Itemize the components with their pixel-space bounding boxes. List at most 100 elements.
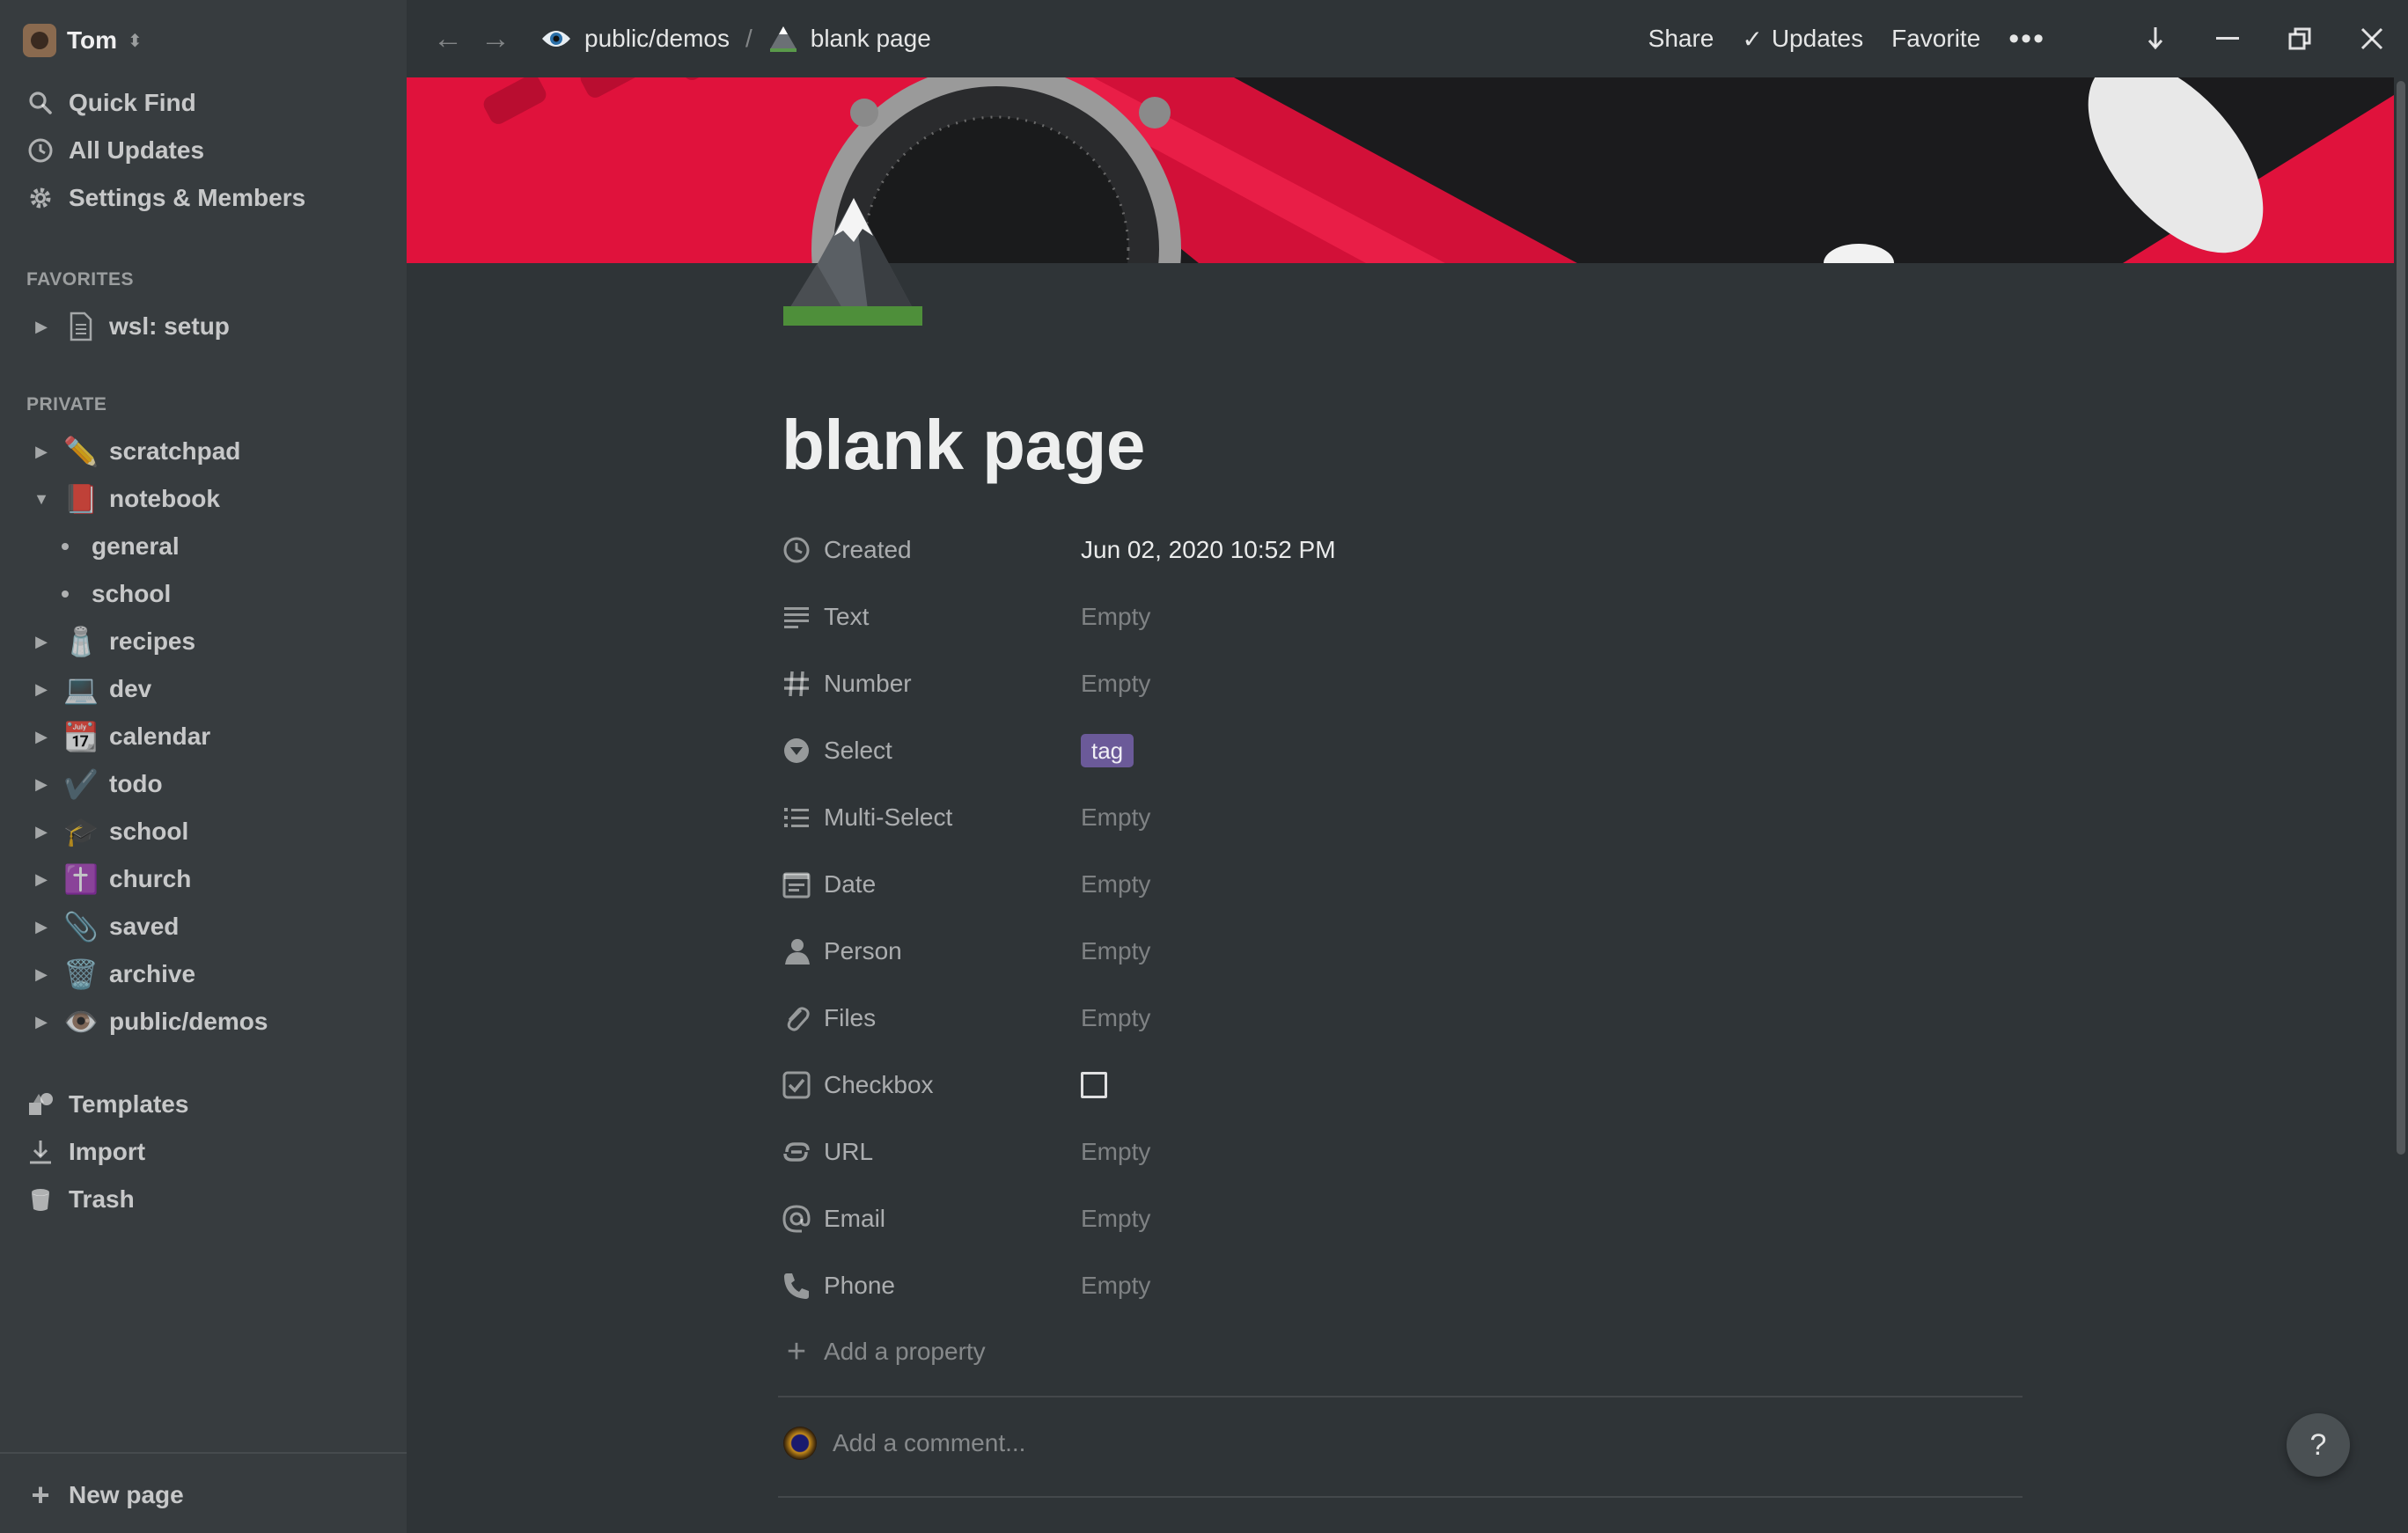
sidebar-item-dev[interactable]: ▶ 💻 dev [30, 667, 151, 711]
property-value-email[interactable]: Empty [1081, 1205, 1150, 1233]
property-name-created[interactable]: Created [782, 535, 1081, 565]
sidebar-item-label: recipes [109, 627, 196, 655]
mountain-icon[interactable] [782, 194, 924, 327]
property-value-select[interactable]: tag [1081, 734, 1134, 767]
property-value-multi-select[interactable]: Empty [1081, 803, 1150, 832]
sidebar-item-label: general [92, 532, 180, 560]
expand-toggle-icon[interactable]: ▶ [30, 1013, 53, 1031]
private-section-label: PRIVATE [26, 394, 107, 414]
comment-input[interactable]: Add a comment... [783, 1419, 1025, 1468]
breadcrumb-blank-page[interactable]: blank page [768, 25, 931, 53]
help-button[interactable]: ? [2287, 1413, 2350, 1477]
property-label: Checkbox [824, 1071, 934, 1098]
property-name-phone[interactable]: Phone [782, 1271, 1081, 1301]
expand-toggle-icon[interactable]: ▶ [30, 318, 53, 336]
topbar: ← → public/demos / blank page Share ✓ Up… [407, 0, 2408, 77]
property-label: Phone [824, 1272, 895, 1299]
all-updates-link[interactable]: All Updates [26, 130, 204, 171]
close-window-icon[interactable] [2336, 0, 2408, 77]
expand-toggle-icon[interactable]: ▶ [30, 728, 53, 746]
sidebar-subitem-school[interactable]: school [62, 572, 171, 616]
property-value-url[interactable]: Empty [1081, 1138, 1150, 1166]
trash-link[interactable]: Trash [26, 1179, 135, 1220]
import-link[interactable]: Import [26, 1132, 145, 1172]
templates-label: Templates [69, 1090, 189, 1118]
mountain-icon [768, 25, 798, 53]
templates-link[interactable]: Templates [26, 1084, 188, 1125]
new-page-button[interactable]: + New page [26, 1475, 183, 1515]
expand-toggle-icon[interactable]: ▶ [30, 823, 53, 841]
property-name-email[interactable]: Email [782, 1204, 1081, 1234]
page-title[interactable]: blank page [782, 405, 1145, 486]
back-arrow-icon[interactable]: ← [433, 22, 463, 56]
property-name-text[interactable]: Text [782, 602, 1081, 632]
expand-toggle-icon[interactable]: ▶ [30, 443, 53, 461]
add-property-button[interactable]: + Add a property [782, 1327, 986, 1376]
property-name-date[interactable]: Date [782, 869, 1081, 899]
expand-toggle-icon[interactable]: ▶ [30, 680, 53, 699]
tag-pill[interactable]: tag [1081, 734, 1134, 767]
sidebar-item-church[interactable]: ▶ ✝️ church [30, 857, 191, 901]
forward-arrow-icon[interactable]: → [481, 22, 510, 56]
sidebar-item-todo[interactable]: ▶ ✔️ todo [30, 762, 163, 806]
text-lines-icon [784, 607, 809, 628]
expand-toggle-icon[interactable]: ▶ [30, 870, 53, 889]
property-value-phone[interactable]: Empty [1081, 1272, 1150, 1300]
property-value-files[interactable]: Empty [1081, 1004, 1150, 1032]
sidebar-item-wsl-setup[interactable]: ▶ wsl: setup [30, 304, 230, 348]
sidebar-divider [0, 1452, 407, 1454]
property-name-person[interactable]: Person [782, 936, 1081, 966]
cross-icon: ✝️ [63, 863, 99, 895]
restore-window-icon[interactable] [2264, 0, 2336, 77]
more-options-button[interactable]: ••• [2008, 22, 2045, 56]
updates-button[interactable]: ✓ Updates [1742, 25, 1863, 54]
property-value-person[interactable]: Empty [1081, 937, 1150, 965]
page-cover-image[interactable] [407, 77, 2394, 263]
trash-icon [32, 1189, 49, 1211]
download-arrow-icon[interactable] [2119, 0, 2191, 77]
sidebar-item-scratchpad[interactable]: ▶ ✏️ scratchpad [30, 429, 240, 473]
checkbox-input[interactable] [1081, 1072, 1107, 1098]
share-button[interactable]: Share [1648, 25, 1714, 53]
updates-label: Updates [1771, 25, 1864, 52]
expand-toggle-icon[interactable]: ▶ [30, 633, 53, 651]
sidebar-item-archive[interactable]: ▶ 🗑️ archive [30, 952, 195, 996]
scrollbar-thumb[interactable] [2397, 81, 2405, 1155]
list-icon [784, 808, 809, 827]
workspace-name: Tom [67, 26, 118, 54]
property-value-date[interactable]: Empty [1081, 870, 1150, 899]
sidebar-item-notebook[interactable]: ▼ 📕 notebook [30, 477, 220, 521]
sidebar-item-recipes[interactable]: ▶ 🧂 recipes [30, 620, 195, 664]
workspace-switcher[interactable]: Tom ⬍ [23, 21, 143, 60]
property-name-number[interactable]: Number [782, 669, 1081, 699]
sidebar-item-calendar[interactable]: ▶ 📆 calendar [30, 715, 210, 759]
divider [778, 1496, 2023, 1498]
breadcrumb-separator: / [745, 25, 752, 52]
minimize-window-icon[interactable] [2191, 0, 2264, 77]
property-value-text[interactable]: Empty [1081, 603, 1150, 631]
property-name-files[interactable]: Files [782, 1003, 1081, 1033]
scrollbar[interactable] [2394, 77, 2408, 1533]
breadcrumb-public-demos[interactable]: public/demos [540, 25, 730, 53]
sidebar-subitem-general[interactable]: general [62, 524, 180, 568]
property-value-number[interactable]: Empty [1081, 670, 1150, 698]
property-name-multi-select[interactable]: Multi-Select [782, 803, 1081, 833]
favorite-button[interactable]: Favorite [1891, 25, 1980, 53]
property-name-checkbox[interactable]: Checkbox [782, 1070, 1081, 1100]
sidebar-item-school[interactable]: ▶ 🎓 school [30, 810, 188, 854]
collapse-toggle-icon[interactable]: ▼ [30, 490, 53, 509]
property-name-select[interactable]: Select [782, 736, 1081, 766]
property-label: Multi-Select [824, 803, 953, 831]
expand-toggle-icon[interactable]: ▶ [30, 918, 53, 936]
sidebar-item-public-demos[interactable]: ▶ 👁️ public/demos [30, 1000, 268, 1044]
calendar-icon [782, 872, 811, 899]
topbar-actions: Share ✓ Updates Favorite ••• [1648, 0, 2408, 77]
sidebar-item-saved[interactable]: ▶ 📎 saved [30, 905, 179, 949]
sidebar-item-label: school [92, 580, 172, 607]
expand-toggle-icon[interactable]: ▶ [30, 965, 53, 984]
quick-find-link[interactable]: Quick Find [26, 83, 196, 123]
property-name-url[interactable]: URL [782, 1137, 1081, 1167]
settings-members-link[interactable]: Settings & Members [26, 178, 305, 218]
property-row-files: Files Empty [782, 991, 2014, 1045]
expand-toggle-icon[interactable]: ▶ [30, 775, 53, 794]
